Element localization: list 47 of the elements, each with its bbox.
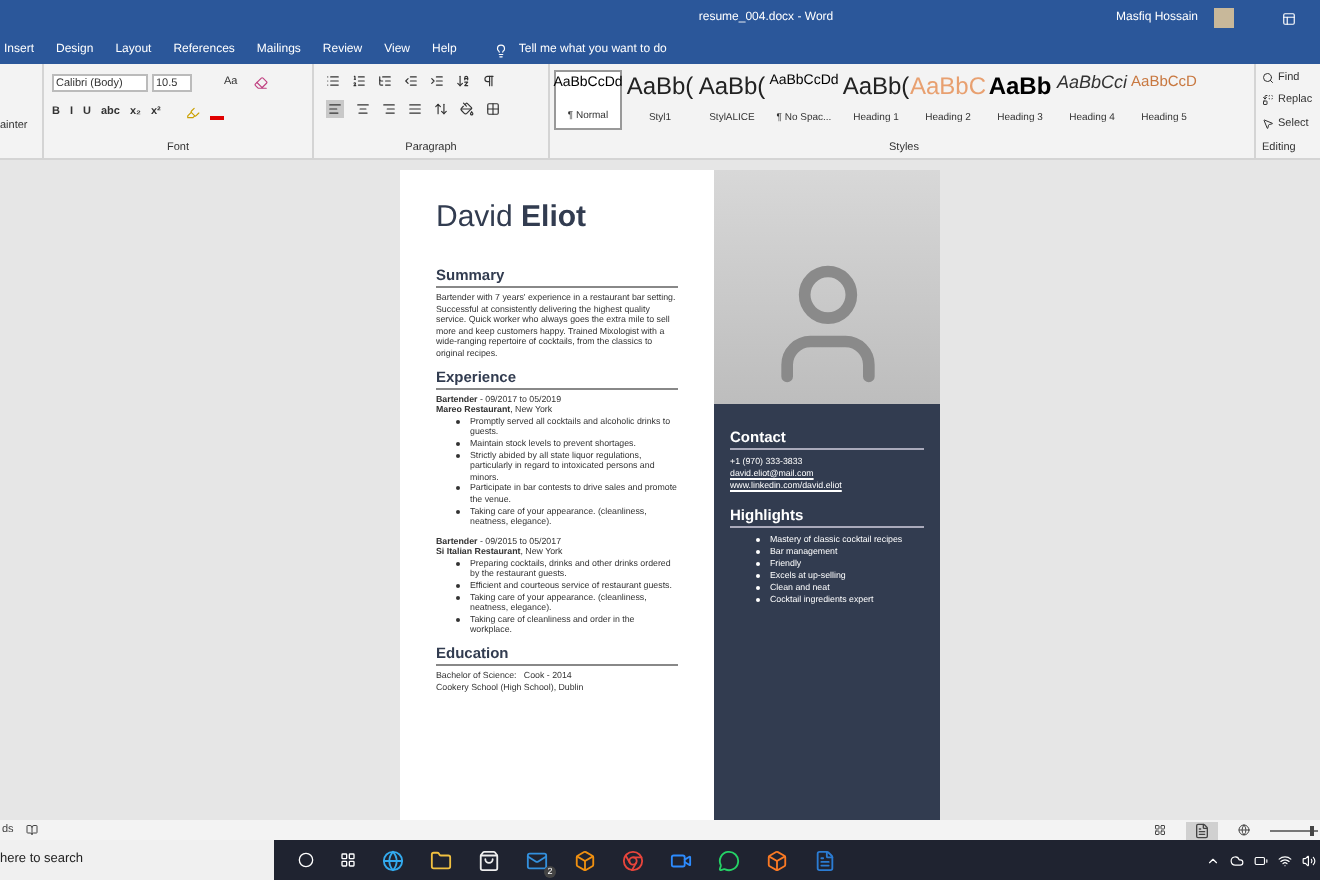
replace-icon: [1262, 94, 1274, 107]
chat-icon[interactable]: [718, 849, 740, 871]
pointer-icon: [1262, 117, 1274, 130]
search-icon: [1262, 72, 1274, 85]
speaker-icon[interactable]: [1302, 853, 1316, 867]
style-sample: AaBb(: [842, 74, 910, 98]
ribbon-display-icon[interactable]: [1282, 11, 1296, 25]
pilcrow-icon[interactable]: [482, 74, 496, 88]
video-call-icon[interactable]: [670, 849, 692, 871]
style-sample: AaBb(: [626, 74, 694, 98]
style-sample: AaBbCci: [1057, 74, 1128, 92]
wifi-icon[interactable]: [1278, 853, 1292, 867]
chevron-up-icon[interactable]: [1206, 853, 1220, 867]
sort-icon[interactable]: [456, 74, 470, 88]
avatar-icon: [1214, 8, 1234, 28]
multilevel-list-icon[interactable]: [378, 74, 392, 88]
browser-icon[interactable]: [382, 849, 404, 871]
store-icon[interactable]: [478, 849, 500, 871]
cortana-icon[interactable]: [298, 852, 314, 868]
increase-indent-icon[interactable]: [430, 74, 444, 88]
line-spacing-icon[interactable]: [434, 102, 448, 116]
numbering-icon[interactable]: [352, 74, 366, 88]
align-right-icon[interactable]: [382, 102, 396, 116]
style-sample: AaBbC: [909, 74, 987, 98]
lightbulb-icon: [494, 43, 509, 57]
justify-icon[interactable]: [408, 102, 422, 116]
folder-icon[interactable]: [430, 849, 452, 871]
proofing-icon[interactable]: [25, 824, 38, 836]
align-left-icon[interactable]: [326, 100, 344, 118]
resume-name: David Eliot: [436, 200, 589, 236]
align-center-icon[interactable]: [356, 102, 370, 116]
style-sample: AaBb(: [698, 74, 766, 98]
shading-icon[interactable]: [460, 102, 474, 116]
clear-format-icon[interactable]: [253, 76, 268, 90]
print-layout-icon[interactable]: [1186, 821, 1218, 839]
zoom-slider-thumb[interactable]: [1309, 825, 1314, 835]
battery-icon[interactable]: [1254, 853, 1268, 867]
mail-icon[interactable]: [526, 849, 548, 871]
borders-icon[interactable]: [486, 102, 500, 116]
read-mode-icon[interactable]: [1154, 824, 1166, 836]
task-view-icon[interactable]: [340, 852, 356, 868]
chrome-icon[interactable]: [622, 849, 644, 871]
web-layout-icon[interactable]: [1238, 824, 1250, 836]
bullets-icon[interactable]: [326, 74, 340, 88]
style-sample: AaBb: [988, 74, 1052, 98]
cloud-icon[interactable]: [1230, 853, 1244, 867]
decrease-indent-icon[interactable]: [404, 74, 418, 88]
